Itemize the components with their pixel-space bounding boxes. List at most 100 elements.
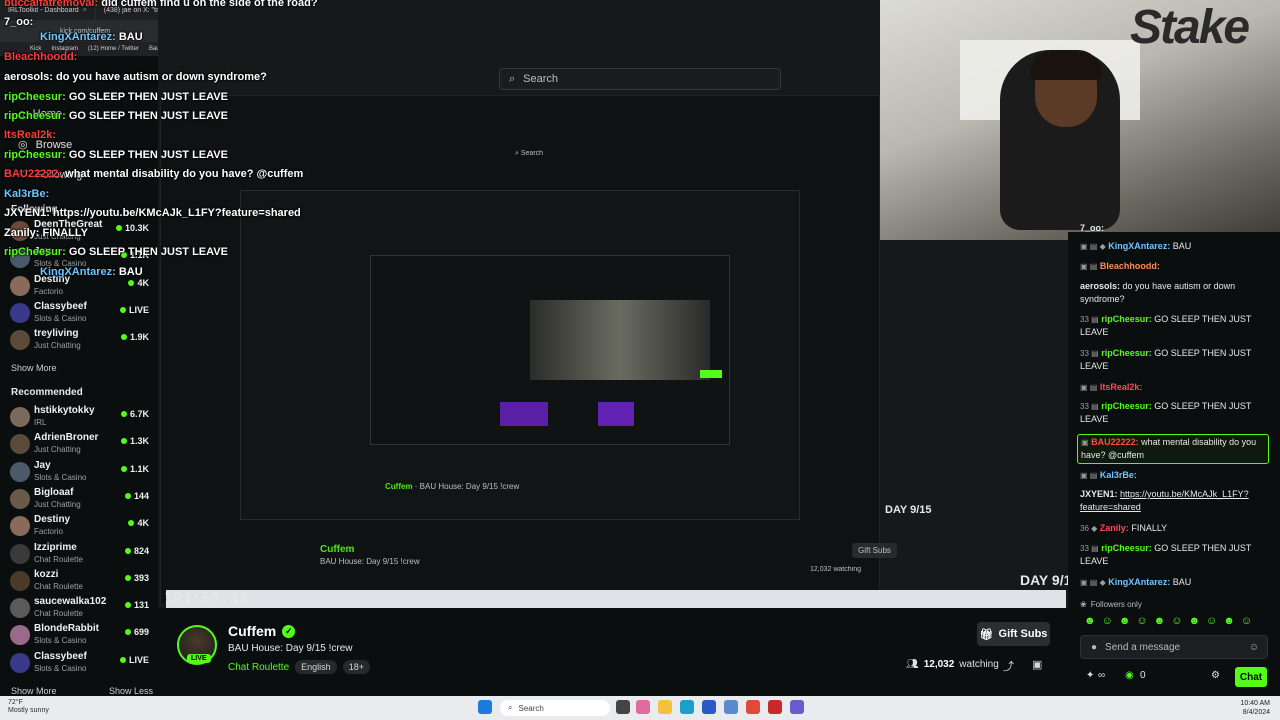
kick-points-icon[interactable]: ✦ [1086, 670, 1094, 681]
smiley-icon[interactable]: ☺ [1249, 642, 1259, 653]
chat-badges: ▣ ▤ ◆ [1080, 242, 1106, 251]
chat-message: 33 ▤ ripCheesur: GO SLEEP THEN JUST LEAV… [1080, 313, 1270, 339]
overlay-chat-message: Zanily: FINALLY [4, 227, 88, 239]
emote-icon[interactable]: ☺ [1171, 615, 1182, 627]
overlay-chat-user: aerosols: [4, 71, 53, 83]
channel-name: Izziprime [34, 541, 77, 553]
chat-username[interactable]: KingXAntarez: [1108, 241, 1170, 251]
emote-icon[interactable]: ☻ [1223, 615, 1235, 627]
chat-username[interactable]: Zanily: [1100, 523, 1129, 533]
emote-icon[interactable]: ☺ [1102, 615, 1113, 627]
emote-icon[interactable]: ☺ [1206, 615, 1217, 627]
chat-send-button[interactable]: Chat [1235, 667, 1267, 687]
chat-username[interactable]: Kal3rBe: [1100, 470, 1137, 480]
chrome-icon[interactable] [746, 700, 760, 714]
share-icon[interactable]: ⤴ [1003, 658, 1014, 674]
show-more-recommended[interactable]: Show More [11, 686, 57, 696]
file-explorer-icon[interactable] [658, 700, 672, 714]
category-link[interactable]: Chat Roulette [228, 662, 289, 673]
channel-viewer-count: 393 [133, 572, 149, 583]
emote-icon[interactable]: ☺ [1241, 615, 1252, 627]
channel-category: Just Chatting [34, 341, 81, 351]
overlay-chat-message: KingXAntarez: BAU [40, 266, 143, 278]
sidebar-channel[interactable]: Jay Slots & Casino 1.1K [10, 459, 152, 487]
sidebar-channel[interactable]: saucewalka102 Chat Roulette 131 [10, 595, 152, 623]
overlay-chat-text: BAU [118, 266, 143, 278]
profile-card-icon[interactable]: ▣ [1032, 658, 1042, 671]
sidebar-channel[interactable]: kozzi Chat Roulette 393 [10, 568, 152, 596]
emote-icon[interactable]: ☺ [1136, 615, 1147, 627]
chat-username[interactable]: ripCheesur: [1101, 314, 1152, 324]
weather-widget[interactable]: 72°F Mostly sunny [8, 699, 49, 715]
sidebar-channel[interactable]: Izziprime Chat Roulette 824 [10, 541, 152, 569]
channel-viewer-count: 144 [133, 490, 149, 501]
chat-username[interactable]: BAU22222: [1091, 437, 1139, 447]
task-view-icon[interactable] [616, 700, 630, 714]
sidebar-channel[interactable]: AdrienBroner Just Chatting 1.3K [10, 431, 152, 459]
channel-category: Chat Roulette [34, 609, 83, 619]
overlay-chat-user: ItsReal2k: [4, 129, 56, 141]
channel-category: Factorio [34, 527, 63, 537]
channel-name: saucewalka102 [34, 596, 107, 608]
stream-title: BAU House: Day 9/15 !crew [228, 643, 353, 654]
taskbar-search-icon: ⌕ [508, 703, 513, 712]
chat-message: 33 ▤ ripCheesur: GO SLEEP THEN JUST LEAV… [1080, 542, 1270, 568]
nested-video-content [530, 300, 710, 380]
streamer-name[interactable]: Cuffem ✓ [228, 623, 296, 639]
channel-avatar [10, 652, 30, 673]
obs-icon[interactable] [768, 700, 782, 714]
channel-avatar [10, 625, 30, 646]
settings-gear-icon[interactable]: ⚙ [1211, 670, 1220, 681]
channel-category: Slots & Casino [34, 636, 87, 646]
emote-icon[interactable]: ☻ [1084, 615, 1096, 627]
sidebar-channel[interactable]: Classybeef Slots & Casino LIVE [10, 650, 152, 678]
sidebar-channel[interactable]: treyliving Just Chatting 1.9K [10, 327, 152, 355]
taskbar-search[interactable]: ⌕ Search [500, 700, 610, 716]
chat-username[interactable]: ItsReal2k: [1100, 382, 1143, 392]
search-input[interactable]: ⌕ Search [499, 68, 781, 90]
tag-mature[interactable]: 18+ [342, 660, 370, 674]
followers-only-label: Followers only [1090, 600, 1142, 609]
sidebar-channel[interactable]: Classybeef Slots & Casino LIVE [10, 300, 152, 328]
search-placeholder: Search [523, 73, 559, 85]
live-dot-icon [124, 492, 131, 499]
chat-username[interactable]: KingXAntarez: [1108, 577, 1170, 587]
channel-avatar [10, 434, 30, 455]
channel-category: Factorio [34, 286, 63, 296]
sidebar-channel[interactable]: Bigloaaf Just Chatting 144 [10, 486, 152, 514]
chat-username[interactable]: Bleachhoodd: [1100, 261, 1160, 271]
tag-language[interactable]: English [295, 660, 337, 674]
chat-input[interactable]: ● Send a message ☺ [1080, 635, 1268, 659]
channel-viewer-count: 6.7K [129, 409, 149, 419]
store-icon[interactable] [702, 700, 716, 714]
sidebar-channel[interactable]: Destiny Factorio 4K [10, 513, 152, 541]
emote-picker-icon[interactable]: ● [1091, 642, 1097, 653]
gift-subs-button[interactable]: 🎁︎ Gift Subs [977, 622, 1050, 646]
overlay-chat-message: buccalfatremoval: did cuffem find u on t… [4, 0, 318, 9]
mail-icon[interactable] [724, 700, 738, 714]
emote-icon[interactable]: ☻ [1154, 615, 1166, 627]
chat-badges: 33 ▤ [1080, 349, 1099, 358]
chat-message: ▣ ▤ ◆ KingXAntarez: BAU [1080, 576, 1270, 589]
emote-bar[interactable]: ☻ ☺ ☻ ☺ ☻ ☺ ☻ ☺ ☻ ☺ [1084, 615, 1264, 627]
overlay-chat-message: JXYEN1: https://youtu.be/KMcAJk_L1FY?fea… [4, 207, 301, 219]
taskbar-clock[interactable]: 10:40 AM 8/4/2024 [1240, 699, 1270, 717]
show-less-button[interactable]: Show Less [109, 686, 153, 696]
chat-username[interactable]: ripCheesur: [1101, 401, 1152, 411]
chat-username[interactable]: JXYEN1: [1080, 489, 1118, 499]
emote-icon[interactable]: ☻ [1188, 615, 1200, 627]
discord-icon[interactable] [790, 700, 804, 714]
overlay-chat-user: JXYEN1: [4, 207, 50, 219]
sidebar-channel[interactable]: BlondeRabbit Slots & Casino 699 [10, 622, 152, 650]
edge-icon[interactable] [680, 700, 694, 714]
chat-username[interactable]: ripCheesur: [1101, 348, 1152, 358]
chat-username[interactable]: 7_oo: [1080, 223, 1104, 233]
emote-icon[interactable]: ☻ [1119, 615, 1131, 627]
sidebar-channel[interactable]: hstikkytokky IRL 6.7K [10, 404, 152, 432]
windows-start-icon[interactable] [478, 700, 492, 714]
app-icon[interactable] [636, 700, 650, 714]
show-more-following[interactable]: Show More [11, 363, 57, 373]
chat-username[interactable]: aerosols: [1080, 281, 1120, 291]
chat-username[interactable]: ripCheesur: [1101, 543, 1152, 553]
bookmark-link[interactable]: (12) Home / Twitter [88, 46, 139, 52]
